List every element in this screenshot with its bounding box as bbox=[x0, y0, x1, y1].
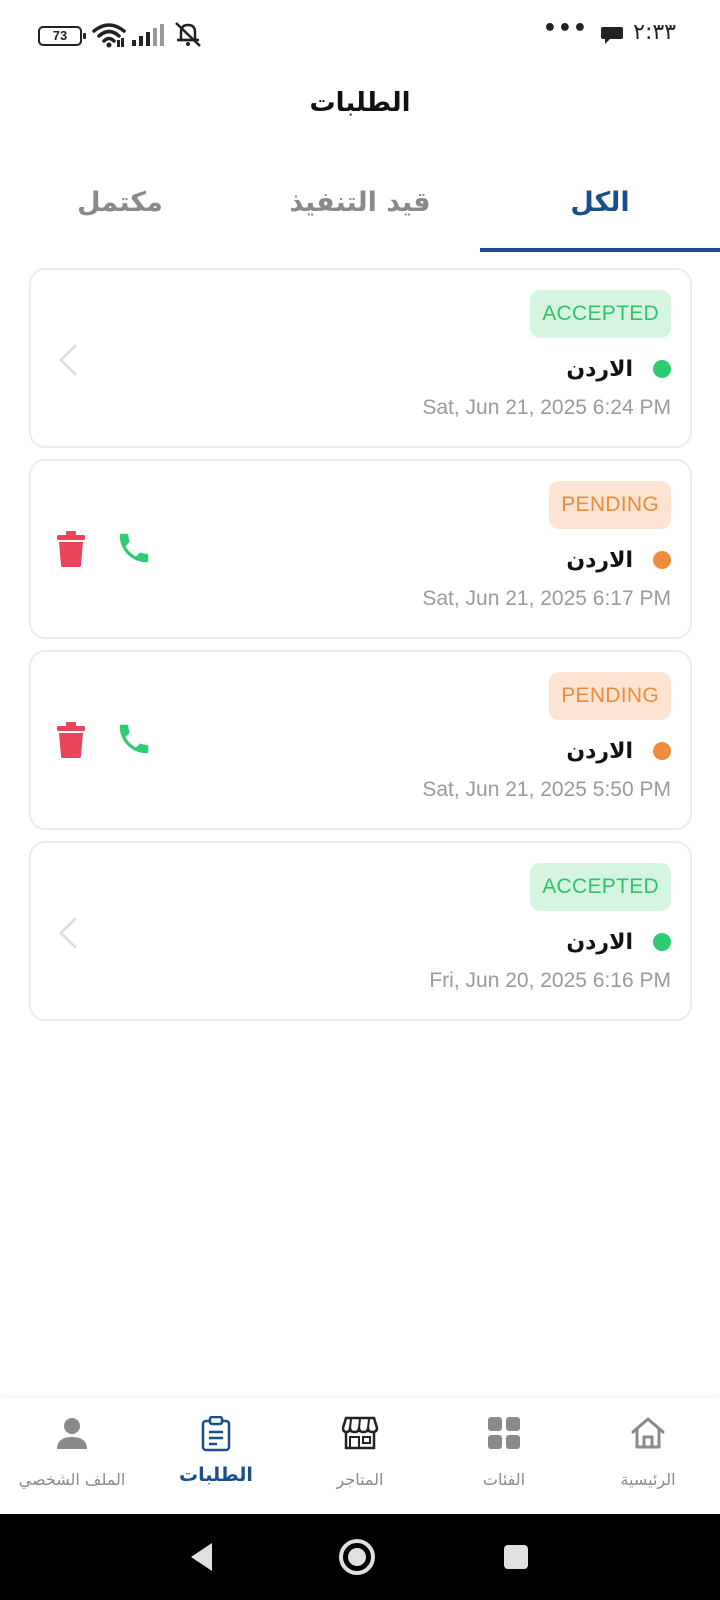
more-notifications-icon: ••• bbox=[542, 16, 588, 41]
nav-label: الرئيسية bbox=[620, 1470, 676, 1489]
person-icon bbox=[57, 1418, 87, 1449]
active-tab-indicator bbox=[480, 248, 720, 252]
tab-in-progress[interactable]: قيد التنفيذ bbox=[240, 178, 480, 252]
tab-completed[interactable]: مكتمل bbox=[0, 178, 240, 252]
wifi-icon bbox=[92, 23, 126, 48]
order-card[interactable]: PENDING الاردن Sat, Jun 21, 2025 5:50 PM bbox=[29, 650, 692, 830]
chat-icon bbox=[601, 27, 623, 44]
recents-icon[interactable] bbox=[502, 1543, 530, 1571]
nav-item-profile[interactable]: الملف الشخصي bbox=[0, 1398, 144, 1514]
trash-icon[interactable] bbox=[57, 722, 85, 758]
status-dot bbox=[653, 360, 671, 378]
page-title: الطلبات bbox=[309, 88, 411, 118]
phone-icon[interactable] bbox=[115, 720, 153, 758]
mute-bell-icon bbox=[175, 22, 201, 47]
signal-icon bbox=[132, 24, 164, 46]
clipboard-icon bbox=[201, 1416, 231, 1452]
nav-label: المتاجر bbox=[336, 1470, 384, 1489]
chevron-left-icon[interactable] bbox=[53, 913, 83, 953]
chevron-left-icon[interactable] bbox=[53, 340, 83, 380]
nav-label: الطلبات bbox=[179, 1464, 253, 1486]
status-badge: PENDING bbox=[549, 481, 671, 529]
home-icon bbox=[631, 1417, 665, 1449]
country-row: الاردن bbox=[566, 352, 671, 386]
order-date: Sat, Jun 21, 2025 5:50 PM bbox=[422, 778, 671, 801]
order-country: الاردن bbox=[566, 356, 633, 382]
order-country: الاردن bbox=[566, 929, 633, 955]
order-card[interactable]: ACCEPTED الاردن Fri, Jun 20, 2025 6:16 P… bbox=[29, 841, 692, 1021]
status-dot bbox=[653, 551, 671, 569]
status-bar: 73 ••• ٢:٣٣ bbox=[0, 0, 720, 72]
status-dot bbox=[653, 742, 671, 760]
order-date: Fri, Jun 20, 2025 6:16 PM bbox=[429, 969, 671, 992]
home-circle-icon[interactable] bbox=[337, 1537, 377, 1577]
order-date: Sat, Jun 21, 2025 6:17 PM bbox=[422, 587, 671, 610]
country-row: الاردن bbox=[566, 925, 671, 959]
trash-icon[interactable] bbox=[57, 531, 85, 567]
nav-item-categories[interactable]: الفئات bbox=[432, 1398, 576, 1514]
order-country: الاردن bbox=[566, 738, 633, 764]
order-country: الاردن bbox=[566, 547, 633, 573]
country-row: الاردن bbox=[566, 543, 671, 577]
nav-item-home[interactable]: الرئيسية bbox=[576, 1398, 720, 1514]
battery-indicator: 73 bbox=[38, 26, 86, 46]
system-navigation-bar bbox=[0, 1514, 720, 1600]
status-badge: ACCEPTED bbox=[530, 290, 671, 338]
order-card[interactable]: ACCEPTED الاردن Sat, Jun 21, 2025 6:24 P… bbox=[29, 268, 692, 448]
orders-list: ACCEPTED الاردن Sat, Jun 21, 2025 6:24 P… bbox=[29, 268, 692, 1032]
store-icon bbox=[341, 1416, 379, 1450]
nav-label: الملف الشخصي bbox=[18, 1470, 126, 1489]
grid-icon bbox=[488, 1417, 520, 1449]
status-badge: PENDING bbox=[549, 672, 671, 720]
country-row: الاردن bbox=[566, 734, 671, 768]
tab-all[interactable]: الكل bbox=[480, 178, 720, 252]
status-badge: ACCEPTED bbox=[530, 863, 671, 911]
nav-label: الفئات bbox=[482, 1470, 526, 1489]
clock: ٢:٣٣ bbox=[633, 20, 676, 45]
phone-icon[interactable] bbox=[115, 529, 153, 567]
order-date: Sat, Jun 21, 2025 6:24 PM bbox=[422, 396, 671, 419]
bottom-navigation: الملف الشخصي الطلبات المتاجر الفئات الرئ… bbox=[0, 1398, 720, 1514]
order-tabs: الكل قيد التنفيذ مكتمل bbox=[0, 178, 720, 252]
order-card[interactable]: PENDING الاردن Sat, Jun 21, 2025 6:17 PM bbox=[29, 459, 692, 639]
back-icon[interactable] bbox=[188, 1541, 214, 1573]
status-dot bbox=[653, 933, 671, 951]
nav-item-stores[interactable]: المتاجر bbox=[288, 1398, 432, 1514]
nav-item-orders[interactable]: الطلبات bbox=[144, 1398, 288, 1514]
